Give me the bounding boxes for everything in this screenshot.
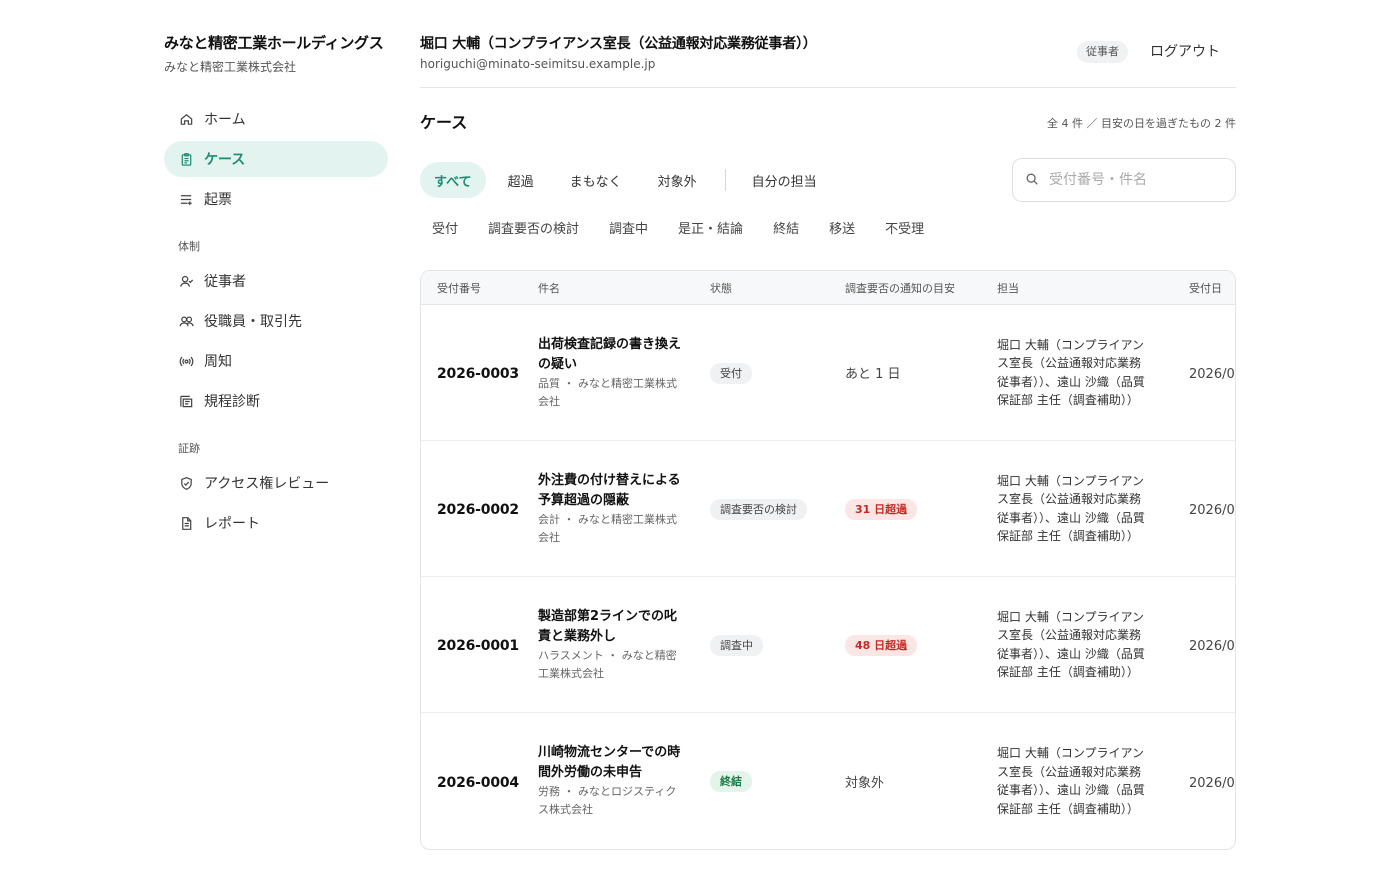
search-icon xyxy=(1025,171,1049,190)
status-badge: 受付 xyxy=(710,362,752,384)
assignee: 堀口 大輔（コンプライアンス室長（公益通報対応業務従事者））、遠山 沙織（品質保… xyxy=(997,337,1145,408)
filter-overdue[interactable]: 超過 xyxy=(494,162,548,198)
nav-item-label: 周知 xyxy=(204,354,232,370)
column-header-title[interactable]: 件名 xyxy=(538,280,710,296)
overdue-badge: 31 日超過 xyxy=(845,498,918,520)
nav-item-officers[interactable]: 役職員・取引先 xyxy=(164,303,388,339)
nav-section-taisei: 体制 xyxy=(178,240,200,253)
case-title[interactable]: 外注費の付け替えによる予算超過の隠蔽 xyxy=(538,471,688,511)
nav-item-label: 役職員・取引先 xyxy=(204,314,302,330)
table-row[interactable]: 2026-0001 製造部第2ラインでの叱責と業務外し ハラスメント ・ みなと… xyxy=(421,577,1235,713)
case-id[interactable]: 2026-0004 xyxy=(437,775,519,791)
nav-item-label: レポート xyxy=(204,516,260,532)
status-badge: 調査要否の検討 xyxy=(710,498,807,520)
nav-item-staff[interactable]: 従事者 xyxy=(164,263,388,299)
filter-bar: すべて 超過 まもなく 対象外 自分の担当 xyxy=(420,162,839,198)
search-box xyxy=(1012,158,1236,202)
column-header-assignee[interactable]: 担当 xyxy=(997,280,1189,296)
case-meta: 会計 ・ みなと精密工業株式会社 xyxy=(538,512,677,544)
case-id[interactable]: 2026-0002 xyxy=(437,502,519,518)
case-id[interactable]: 2026-0001 xyxy=(437,638,519,654)
status-received[interactable]: 受付 xyxy=(420,218,470,242)
nav-item-label: ケース xyxy=(204,152,246,168)
broadcast-icon xyxy=(178,353,194,369)
filter-mine[interactable]: 自分の担当 xyxy=(738,162,831,198)
nav-item-report[interactable]: レポート xyxy=(164,505,388,541)
nav-item-label: 規程診断 xyxy=(204,394,260,410)
case-title[interactable]: 川崎物流センターでの時間外労働の未申告 xyxy=(538,743,688,783)
top-header: 堀口 大輔（コンプライアンス室長（公益通報対応業務従事者）） horiguchi… xyxy=(420,32,1236,88)
nav-section-shoseki: 証跡 xyxy=(178,442,200,455)
status-transferred[interactable]: 移送 xyxy=(817,218,867,242)
nav-item-label: 起票 xyxy=(204,192,232,208)
clipboard-icon xyxy=(178,151,194,167)
assignee: 堀口 大輔（コンプライアンス室長（公益通報対応業務従事者））、遠山 沙織（品質保… xyxy=(997,473,1145,544)
case-meta: 労務 ・ みなとロジスティクス株式会社 xyxy=(538,785,677,816)
table-row[interactable]: 2026-0003 出荷検査記録の書き換えの疑い 品質 ・ みなと精密工業株式会… xyxy=(421,305,1235,441)
nav-item-notice[interactable]: 周知 xyxy=(164,343,388,379)
nav-item-new-case[interactable]: 起票 xyxy=(164,181,388,217)
shield-check-icon xyxy=(178,475,194,491)
rules-icon xyxy=(178,393,194,409)
received-date: 2026/06 xyxy=(1189,639,1235,654)
column-header-id[interactable]: 受付番号 xyxy=(421,280,538,296)
nav-item-cases[interactable]: ケース xyxy=(164,141,388,177)
role-badge: 従事者 xyxy=(1077,41,1128,63)
status-correction[interactable]: 是正・結論 xyxy=(666,218,755,242)
filter-soon[interactable]: まもなく xyxy=(556,162,636,198)
sidebar: みなと精密工業ホールディングス みなと精密工業株式会社 ホーム ケース 起票 体… xyxy=(164,32,388,545)
case-title[interactable]: 製造部第2ラインでの叱責と業務外し xyxy=(538,607,688,647)
case-title[interactable]: 出荷検査記録の書き換えの疑い xyxy=(538,335,688,375)
status-rejected[interactable]: 不受理 xyxy=(873,218,936,242)
table-row[interactable]: 2026-0002 外注費の付け替えによる予算超過の隠蔽 会計 ・ みなと精密工… xyxy=(421,441,1235,577)
home-icon xyxy=(178,111,194,127)
case-summary: 全 4 件 ／ 目安の日を過ぎたもの 2 件 xyxy=(1047,117,1236,130)
users-icon xyxy=(178,313,194,329)
user-check-icon xyxy=(178,273,194,289)
nav-item-label: 従事者 xyxy=(204,274,246,290)
table-row[interactable]: 2026-0004 川崎物流センターでの時間外労働の未申告 労務 ・ みなとロジ… xyxy=(421,713,1235,849)
status-review[interactable]: 調査要否の検討 xyxy=(476,218,591,242)
filter-divider xyxy=(724,169,726,191)
notice-deadline: あと 1 日 xyxy=(845,367,901,382)
search-input[interactable] xyxy=(1049,172,1219,188)
org-name: みなと精密工業ホールディングス xyxy=(164,34,384,52)
nav-item-access-review[interactable]: アクセス権レビュー xyxy=(164,465,388,501)
main-nav: ホーム ケース 起票 体制 従事者 役職員・取引先 周知 規程診断 証跡 アクセ… xyxy=(164,101,388,541)
column-header-date[interactable]: 受付日 xyxy=(1189,280,1235,296)
status-badge: 調査中 xyxy=(710,634,763,656)
status-closed[interactable]: 終結 xyxy=(761,218,811,242)
list-plus-icon xyxy=(178,191,194,207)
filter-not-applicable[interactable]: 対象外 xyxy=(644,162,711,198)
page-title: ケース xyxy=(420,113,468,132)
received-date: 2026/05 xyxy=(1189,775,1235,791)
nav-item-label: ホーム xyxy=(204,112,246,128)
document-icon xyxy=(178,515,194,531)
status-investigating[interactable]: 調査中 xyxy=(597,218,660,242)
status-badge: 終結 xyxy=(710,771,752,792)
received-date: 2026/07 xyxy=(1189,503,1235,518)
logout-button[interactable]: ログアウト xyxy=(1150,42,1220,62)
cases-table: 受付番号 件名 状態 調査要否の通知の目安 担当 受付日 2026-0003 出… xyxy=(420,270,1236,850)
nav-item-home[interactable]: ホーム xyxy=(164,101,388,137)
column-header-status[interactable]: 状態 xyxy=(710,280,845,296)
overdue-badge: 48 日超過 xyxy=(845,634,918,656)
status-filter-bar: 受付 調査要否の検討 調査中 是正・結論 終結 移送 不受理 xyxy=(420,218,942,242)
case-meta: ハラスメント ・ みなと精密工業株式会社 xyxy=(538,648,677,680)
notice-deadline: 対象外 xyxy=(845,775,885,791)
filter-all[interactable]: すべて xyxy=(420,162,486,198)
org-subsidiary: みなと精密工業株式会社 xyxy=(164,60,297,74)
assignee: 堀口 大輔（コンプライアンス室長（公益通報対応業務従事者））、遠山 沙織（品質保… xyxy=(997,746,1145,816)
case-meta: 品質 ・ みなと精密工業株式会社 xyxy=(538,376,677,408)
case-id[interactable]: 2026-0003 xyxy=(437,366,519,382)
table-header: 受付番号 件名 状態 調査要否の通知の目安 担当 受付日 xyxy=(421,271,1235,305)
received-date: 2026/08 xyxy=(1189,367,1235,382)
assignee: 堀口 大輔（コンプライアンス室長（公益通報対応業務従事者））、遠山 沙織（品質保… xyxy=(997,609,1145,680)
nav-item-rules[interactable]: 規程診断 xyxy=(164,383,388,419)
column-header-notice[interactable]: 調査要否の通知の目安 xyxy=(845,280,997,296)
nav-item-label: アクセス権レビュー xyxy=(204,476,330,492)
